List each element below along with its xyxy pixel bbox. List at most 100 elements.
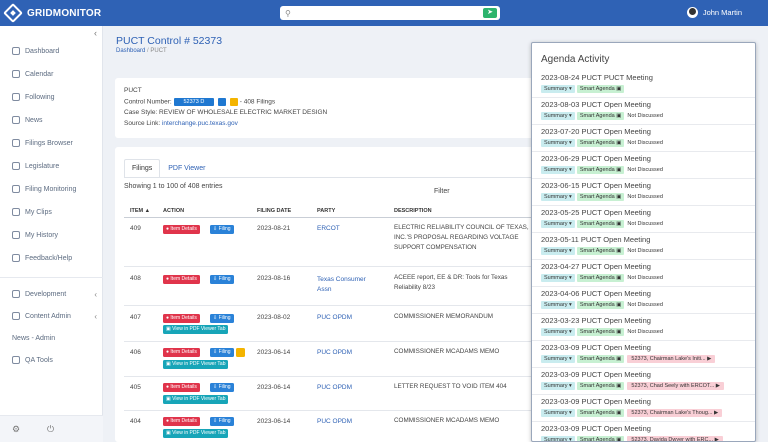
sidebar-item-feedback-help[interactable]: Feedback/Help [12, 254, 97, 262]
agenda-meeting-title[interactable]: 2023-03-09 PUCT Open Meeting [541, 397, 651, 406]
copy-icon[interactable] [218, 98, 227, 106]
summary-dropdown[interactable]: Summary ▾ [541, 112, 575, 120]
party-link[interactable]: PUC OPDM [317, 349, 352, 356]
party-link[interactable]: PUC OPDM [317, 314, 352, 321]
agenda-meeting-title[interactable]: 2023-06-29 PUCT Open Meeting [541, 154, 651, 163]
pdf-viewer-button[interactable]: ▣ View in PDF Viewer Tab [163, 325, 229, 334]
filing-button[interactable]: ⇩ Filing [210, 348, 234, 357]
source-link[interactable]: interchange.puc.texas.gov [162, 120, 238, 127]
tab-filings[interactable]: Filings [124, 159, 161, 177]
agenda-meeting-title[interactable]: 2023-03-09 PUCT Open Meeting [541, 343, 651, 352]
agenda-note-badge[interactable]: 52373, Chairman Lake's Thoug... ▶ [627, 409, 723, 417]
agenda-meeting-title[interactable]: 2023-06-15 PUCT Open Meeting [541, 181, 651, 190]
pdf-viewer-button[interactable]: ▣ View in PDF Viewer Tab [163, 429, 229, 438]
agenda-meeting-title[interactable]: 2023-04-06 PUCT Open Meeting [541, 289, 651, 298]
gear-icon[interactable]: ⚙ [12, 424, 20, 435]
sidebar-item-news[interactable]: News [12, 116, 97, 124]
filing-button[interactable]: ⇩ Filing [210, 417, 234, 426]
item-details-button[interactable]: ● Item Details [163, 314, 200, 323]
party-link[interactable]: Texas Consumer Assn [317, 275, 381, 295]
summary-dropdown[interactable]: Summary ▾ [541, 301, 575, 309]
summary-dropdown[interactable]: Summary ▾ [541, 382, 575, 390]
tab-pdf-viewer[interactable]: PDF Viewer [160, 159, 214, 177]
summary-dropdown[interactable]: Summary ▾ [541, 328, 575, 336]
smart-agenda-badge[interactable]: Smart Agenda ▣ [576, 355, 625, 363]
item-details-button[interactable]: ● Item Details [163, 383, 200, 392]
summary-dropdown[interactable]: Summary ▾ [541, 85, 575, 93]
sidebar-item-qa-tools[interactable]: QA Tools [12, 356, 97, 364]
sidebar-item-legislature[interactable]: Legislature [12, 162, 97, 170]
column-header-description[interactable]: DESCRIPTION [394, 208, 432, 214]
agenda-meeting-title[interactable]: 2023-04-27 PUCT Open Meeting [541, 262, 651, 271]
agenda-meeting-title[interactable]: 2023-03-09 PUCT Open Meeting [541, 424, 651, 433]
sidebar-item-following[interactable]: Following [12, 93, 97, 101]
sidebar-item-news-admin[interactable]: News - Admin [12, 335, 97, 342]
app-logo[interactable]: GRIDMONITOR [3, 3, 101, 23]
summary-dropdown[interactable]: Summary ▾ [541, 247, 575, 255]
sidebar-item-my-clips[interactable]: My Clips [12, 208, 97, 216]
agenda-meeting-title[interactable]: 2023-05-25 PUCT Open Meeting [541, 208, 651, 217]
sidebar-item-filings-browser[interactable]: Filings Browser [12, 139, 97, 147]
smart-agenda-badge[interactable]: Smart Agenda ▣ [576, 436, 625, 441]
smart-agenda-badge[interactable]: Smart Agenda ▣ [576, 247, 625, 255]
filing-button[interactable]: ⇩ Filing [210, 383, 234, 392]
summary-dropdown[interactable]: Summary ▾ [541, 409, 575, 417]
bookmark-icon[interactable] [229, 98, 238, 106]
agenda-meeting-title[interactable]: 2023-05-11 PUCT Open Meeting [541, 235, 650, 244]
smart-agenda-badge[interactable]: Smart Agenda ▣ [576, 166, 625, 174]
summary-dropdown[interactable]: Summary ▾ [541, 193, 575, 201]
summary-dropdown[interactable]: Summary ▾ [541, 436, 575, 441]
party-link[interactable]: PUC OPDM [317, 384, 352, 391]
item-details-button[interactable]: ● Item Details [163, 417, 200, 426]
column-header-action[interactable]: ACTION [163, 208, 184, 214]
bookmark-icon[interactable] [236, 348, 245, 357]
filing-button[interactable]: ⇩ Filing [210, 225, 234, 234]
smart-agenda-badge[interactable]: Smart Agenda ▣ [576, 328, 625, 336]
summary-dropdown[interactable]: Summary ▾ [541, 139, 575, 147]
filing-button[interactable]: ⇩ Filing [210, 314, 234, 323]
smart-agenda-badge[interactable]: Smart Agenda ▣ [576, 139, 625, 147]
breadcrumb-dashboard[interactable]: Dashboard [116, 48, 145, 54]
pdf-viewer-button[interactable]: ▣ View in PDF Viewer Tab [163, 395, 229, 404]
agenda-meeting-title[interactable]: 2023-03-23 PUCT Open Meeting [541, 316, 651, 325]
item-details-button[interactable]: ● Item Details [163, 348, 200, 357]
agenda-meeting-title[interactable]: 2023-08-24 PUCT PUCT Meeting [541, 73, 653, 82]
agenda-meeting-title[interactable]: 2023-07-20 PUCT Open Meeting [541, 127, 651, 136]
smart-agenda-badge[interactable]: Smart Agenda ▣ [576, 112, 625, 120]
summary-dropdown[interactable]: Summary ▾ [541, 166, 575, 174]
summary-dropdown[interactable]: Summary ▾ [541, 220, 575, 228]
party-link[interactable]: PUC OPDM [317, 418, 352, 425]
user-menu[interactable]: John Martin [686, 7, 742, 18]
pdf-viewer-button[interactable]: ▣ View in PDF Viewer Tab [163, 360, 229, 369]
smart-agenda-badge[interactable]: Smart Agenda ▣ [576, 382, 625, 390]
column-header-filing-date[interactable]: FILING DATE [257, 208, 291, 214]
item-details-button[interactable]: ● Item Details [163, 275, 200, 284]
smart-agenda-badge[interactable]: Smart Agenda ▣ [576, 301, 625, 309]
agenda-note-badge[interactable]: 52373, Davida Dwyer with ERC... ▶ [627, 436, 723, 441]
filing-button[interactable]: ⇩ Filing [210, 275, 234, 284]
summary-dropdown[interactable]: Summary ▾ [541, 355, 575, 363]
smart-agenda-badge[interactable]: Smart Agenda ▣ [576, 274, 625, 282]
column-header-item[interactable]: ITEM ▲ [130, 208, 150, 214]
item-details-button[interactable]: ● Item Details [163, 225, 200, 234]
sidebar-item-development[interactable]: Development ‹ [12, 290, 97, 299]
smart-agenda-badge[interactable]: Smart Agenda ▣ [576, 193, 625, 201]
agenda-meeting-title[interactable]: 2023-08-03 PUCT Open Meeting [541, 100, 651, 109]
sidebar-item-dashboard[interactable]: Dashboard [12, 47, 97, 55]
search-button[interactable]: ➤ [483, 8, 497, 18]
smart-agenda-badge[interactable]: Smart Agenda ▣ [576, 220, 625, 228]
smart-agenda-badge[interactable]: Smart Agenda ▣ [576, 409, 625, 417]
search-input[interactable] [290, 7, 483, 19]
agenda-note-badge[interactable]: 52373, Chad Seely with ERCOT... ▶ [627, 382, 725, 390]
power-icon[interactable]: ⏻ [47, 424, 54, 435]
sidebar-item-my-history[interactable]: My History [12, 231, 97, 239]
party-link[interactable]: ERCOT [317, 225, 340, 232]
agenda-note-badge[interactable]: 52373, Chairman Lake's Initi... ▶ [627, 355, 716, 363]
sidebar-item-content-admin[interactable]: Content Admin ‹ [12, 312, 97, 321]
sidebar-item-calendar[interactable]: Calendar [12, 70, 97, 78]
collapse-sidebar-icon[interactable]: ‹ [94, 28, 97, 38]
summary-dropdown[interactable]: Summary ▾ [541, 274, 575, 282]
column-header-party[interactable]: PARTY [317, 208, 335, 214]
smart-agenda-badge[interactable]: Smart Agenda ▣ [576, 85, 625, 93]
agenda-meeting-title[interactable]: 2023-03-09 PUCT Open Meeting [541, 370, 651, 379]
